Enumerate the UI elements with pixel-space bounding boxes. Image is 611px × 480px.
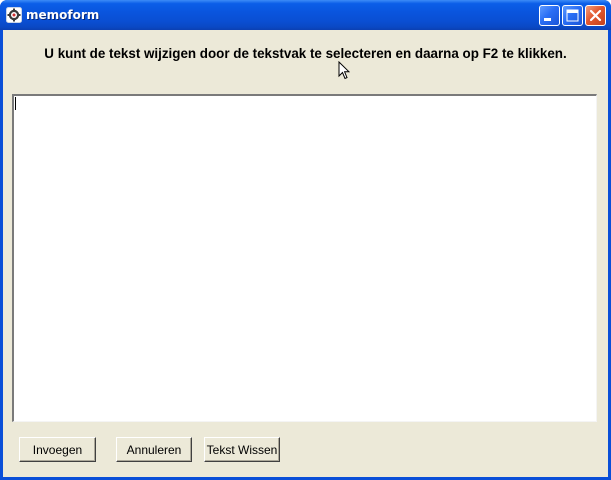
text-caret (15, 97, 16, 110)
app-gear-icon[interactable] (6, 7, 22, 23)
window-title: memoform (26, 8, 100, 22)
close-icon (589, 9, 602, 22)
memoform-window: memoform U kunt de tekst wijzigen door d… (0, 0, 611, 480)
insert-button[interactable]: Invoegen (19, 437, 96, 462)
instruction-label: U kunt de tekst wijzigen door de tekstva… (44, 46, 567, 61)
form-client-area: U kunt de tekst wijzigen door de tekstva… (3, 30, 608, 477)
title-bar[interactable]: memoform (0, 0, 611, 30)
cancel-button[interactable]: Annuleren (116, 437, 192, 462)
maximize-button[interactable] (562, 5, 583, 26)
mouse-pointer-icon (338, 61, 350, 80)
clear-text-button[interactable]: Tekst Wissen (204, 437, 280, 462)
close-button[interactable] (585, 5, 606, 26)
minimize-button[interactable] (539, 5, 560, 26)
memo-textarea[interactable] (12, 94, 597, 422)
maximize-icon (566, 9, 579, 22)
minimize-icon (544, 18, 551, 21)
